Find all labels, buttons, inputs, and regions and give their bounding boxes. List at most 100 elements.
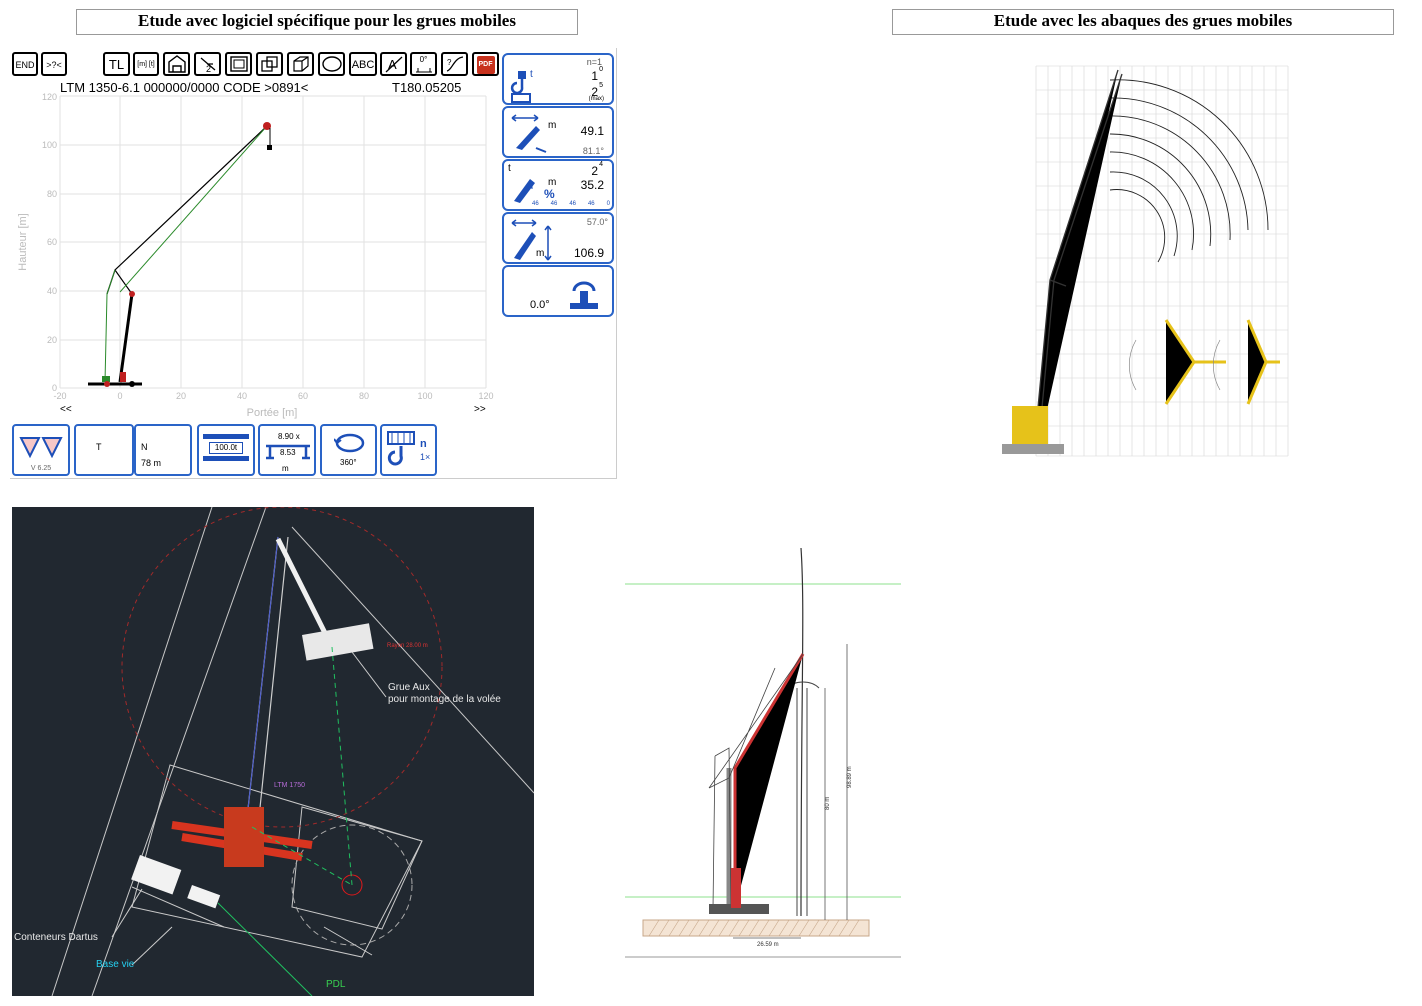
crane-range-chart[interactable]: 0 20 40 60 80 100 120 -20 0 20 40 60 80 … bbox=[12, 92, 500, 422]
elevation-drawing: 98.89 m 80 m 26.59 m bbox=[625, 548, 901, 960]
height-box[interactable]: 57.0° m 106.9 bbox=[502, 212, 614, 264]
load-max-note: (max) bbox=[588, 96, 604, 102]
x-axis-label: Portée [m] bbox=[247, 407, 298, 419]
boom-length-value: 78 m bbox=[141, 458, 162, 468]
load-unit: t bbox=[530, 69, 533, 80]
t-label: T bbox=[96, 442, 102, 452]
load-value-1: 1 bbox=[591, 69, 598, 83]
capacity-top-value: 2 bbox=[591, 164, 598, 178]
dim-height-label: 98.89 m bbox=[847, 766, 853, 788]
slew-value: 0.0° bbox=[530, 299, 550, 311]
slew-range-value: 360° bbox=[340, 458, 357, 467]
height-angle: 57.0° bbox=[586, 217, 608, 227]
slew-range-box[interactable]: 360° bbox=[320, 424, 377, 476]
capacity-scale-tick: 46 bbox=[587, 201, 595, 207]
outrigger-mode-box[interactable]: V 6.25 bbox=[12, 424, 70, 476]
n-label: N bbox=[141, 442, 148, 452]
dim-radius-label: 26.59 m bbox=[757, 942, 779, 948]
crane-silhouette bbox=[88, 122, 272, 387]
label-grue-aux: Grue Aux bbox=[388, 682, 430, 693]
tl-button[interactable]: TL bbox=[103, 52, 130, 76]
outrigger-box[interactable]: 8.90 x 8.53 m bbox=[258, 424, 316, 476]
x-tick: 100 bbox=[417, 391, 432, 401]
capacity-top-sup: 4 bbox=[599, 161, 603, 168]
capacity-value: 35.2 bbox=[580, 178, 604, 192]
left-section-title: Etude avec logiciel spécifique pour les … bbox=[76, 9, 578, 35]
y-tick: 120 bbox=[42, 92, 57, 102]
reeving-box[interactable]: n 1× bbox=[380, 424, 437, 476]
abc-button[interactable]: ABC bbox=[349, 52, 377, 76]
layers-icon[interactable] bbox=[256, 52, 283, 76]
help-button[interactable]: >?< bbox=[41, 52, 67, 76]
height-unit: m bbox=[536, 248, 545, 259]
x-tick: 0 bbox=[117, 391, 122, 401]
nav-right-button[interactable]: >> bbox=[474, 404, 486, 415]
x-tick: 120 bbox=[478, 391, 493, 401]
y-tick: 80 bbox=[47, 189, 57, 199]
label-containers: Conteneurs Dartus bbox=[14, 932, 98, 943]
building-icon[interactable] bbox=[163, 52, 190, 76]
y-tick: 60 bbox=[47, 237, 57, 247]
units-button[interactable]: [m] [t] bbox=[133, 52, 159, 76]
y-axis-label: Hauteur [m] bbox=[17, 213, 29, 270]
radius-angle: 81.1° bbox=[582, 146, 604, 156]
counterweight-box[interactable]: 100.0t bbox=[197, 424, 255, 476]
capacity-box[interactable]: t m % 2 4 35.2 46 46 46 46 0 bbox=[502, 159, 614, 211]
outrigger-value-2: 8.53 bbox=[280, 448, 296, 457]
outrigger-unit: m bbox=[282, 464, 289, 473]
ellipse-icon[interactable] bbox=[318, 52, 345, 76]
capacity-scale-tick: 46 bbox=[532, 201, 539, 207]
x-tick: 20 bbox=[176, 391, 186, 401]
y-tick: 100 bbox=[42, 140, 57, 150]
boom-length-box[interactable]: N 78 m bbox=[134, 424, 192, 476]
capacity-scale-tick: 46 bbox=[550, 201, 558, 207]
capacity-scale-tick: 0 bbox=[606, 201, 610, 207]
x-tick: 40 bbox=[237, 391, 247, 401]
dimension-icon[interactable]: 2 bbox=[194, 52, 221, 76]
outrigger-value-1: 8.90 x bbox=[278, 432, 300, 441]
svg-text:?: ? bbox=[447, 58, 452, 67]
pdf-export-button[interactable]: PDF bbox=[472, 52, 499, 76]
zero-angle-label: 0° bbox=[419, 55, 428, 64]
curve-tool-icon[interactable]: ? bbox=[441, 52, 468, 76]
cube-icon[interactable] bbox=[287, 52, 314, 76]
label-grue-aux-detail: pour montage de la volée bbox=[388, 694, 501, 705]
end-button[interactable]: END bbox=[12, 52, 38, 76]
radius-box[interactable]: m 49.1 81.1° bbox=[502, 106, 614, 158]
zero-angle-button[interactable]: 0° bbox=[410, 52, 437, 76]
rotation-icon bbox=[333, 432, 366, 456]
label-radius: Rayon 28.00 m bbox=[387, 643, 428, 649]
load-value-2-sup: 5 bbox=[599, 82, 603, 89]
label-base-vie: Base vie bbox=[96, 959, 135, 970]
nav-left-button[interactable]: << bbox=[60, 404, 72, 415]
hook-block-icon bbox=[386, 430, 420, 472]
x-tick: 60 bbox=[298, 391, 308, 401]
cad-site-plan: Grue Aux pour montage de la volée LTM 17… bbox=[12, 507, 534, 996]
capacity-unit-pct: % bbox=[544, 187, 555, 201]
load-value-1-sup: 0 bbox=[599, 66, 603, 73]
boom-radius-icon bbox=[510, 112, 552, 159]
slew-icon bbox=[568, 273, 600, 316]
counterweight-value: 100.0t bbox=[209, 442, 243, 454]
t-box[interactable]: T bbox=[74, 424, 134, 476]
right-section-title: Etude avec les abaques des grues mobiles bbox=[892, 9, 1394, 35]
frame-icon[interactable] bbox=[225, 52, 252, 76]
reeving-n: n bbox=[420, 438, 427, 450]
y-tick: 40 bbox=[47, 286, 57, 296]
dim-80-label: 80 m bbox=[825, 797, 831, 810]
x-tick: 80 bbox=[359, 391, 369, 401]
slew-box[interactable]: 0.0° bbox=[502, 265, 614, 317]
reeving-value: 1× bbox=[420, 452, 431, 462]
radius-unit: m bbox=[548, 120, 557, 131]
height-value: 106.9 bbox=[573, 246, 604, 260]
label-pdl: PDL bbox=[326, 979, 346, 990]
load-hook-box[interactable]: t n=1 1 0 2 5 (max) bbox=[502, 53, 614, 105]
capacity-scale: 46 46 46 46 0 bbox=[532, 201, 610, 207]
radius-value: 49.1 bbox=[580, 124, 604, 138]
boom-height-icon bbox=[510, 218, 554, 267]
pdf-icon: PDF bbox=[476, 56, 495, 74]
version-label: V 6.25 bbox=[30, 465, 52, 472]
svg-text:2: 2 bbox=[206, 64, 211, 74]
label-ltm: LTM 1750 bbox=[274, 782, 305, 789]
text-strike-icon[interactable]: A bbox=[380, 52, 407, 76]
